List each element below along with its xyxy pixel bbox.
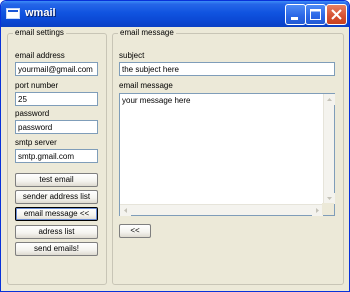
subject-input[interactable] xyxy=(119,62,335,76)
smtp-server-label: smtp server xyxy=(15,138,57,147)
sender-address-list-button[interactable]: sender address list xyxy=(15,190,98,204)
scroll-up-button[interactable] xyxy=(324,94,335,105)
port-number-input[interactable] xyxy=(15,92,98,106)
minimize-button[interactable] xyxy=(285,4,306,25)
maximize-icon xyxy=(310,9,321,20)
email-message-text: your message here xyxy=(122,96,191,105)
minimize-icon xyxy=(291,17,298,20)
close-icon xyxy=(331,9,342,20)
adress-list-button[interactable]: adress list xyxy=(15,225,98,239)
maximize-button[interactable] xyxy=(305,4,326,25)
password-label: password xyxy=(15,109,50,118)
email-message-legend: email message xyxy=(118,28,176,37)
port-number-label: port number xyxy=(15,81,59,90)
email-address-input[interactable] xyxy=(15,62,98,76)
close-button[interactable] xyxy=(326,4,347,25)
send-emails-button[interactable]: send emails! xyxy=(15,242,98,256)
email-message-textarea[interactable]: your message here xyxy=(119,93,335,216)
collapse-message-button[interactable]: << xyxy=(119,224,151,238)
test-email-button[interactable]: test email xyxy=(15,173,98,187)
vertical-scrollbar[interactable] xyxy=(323,94,335,204)
email-message-label: email message xyxy=(119,81,173,90)
scroll-up-arrow-icon xyxy=(327,98,332,101)
email-address-label: email address xyxy=(15,51,65,60)
password-input[interactable] xyxy=(15,120,98,134)
email-message-toggle-button[interactable]: email message << xyxy=(15,207,98,221)
scrollbar-corner xyxy=(322,203,334,215)
app-window: wmail email settings email address port … xyxy=(0,0,350,292)
scroll-left-arrow-icon xyxy=(124,208,127,213)
email-settings-legend: email settings xyxy=(13,28,66,37)
window-title: wmail xyxy=(25,7,56,19)
horizontal-scrollbar[interactable] xyxy=(120,204,323,216)
scroll-left-button[interactable] xyxy=(120,205,131,216)
title-bar[interactable]: wmail xyxy=(1,1,349,27)
subject-label: subject xyxy=(119,51,145,60)
smtp-server-input[interactable] xyxy=(15,149,98,163)
envelope-app-icon xyxy=(6,8,20,19)
